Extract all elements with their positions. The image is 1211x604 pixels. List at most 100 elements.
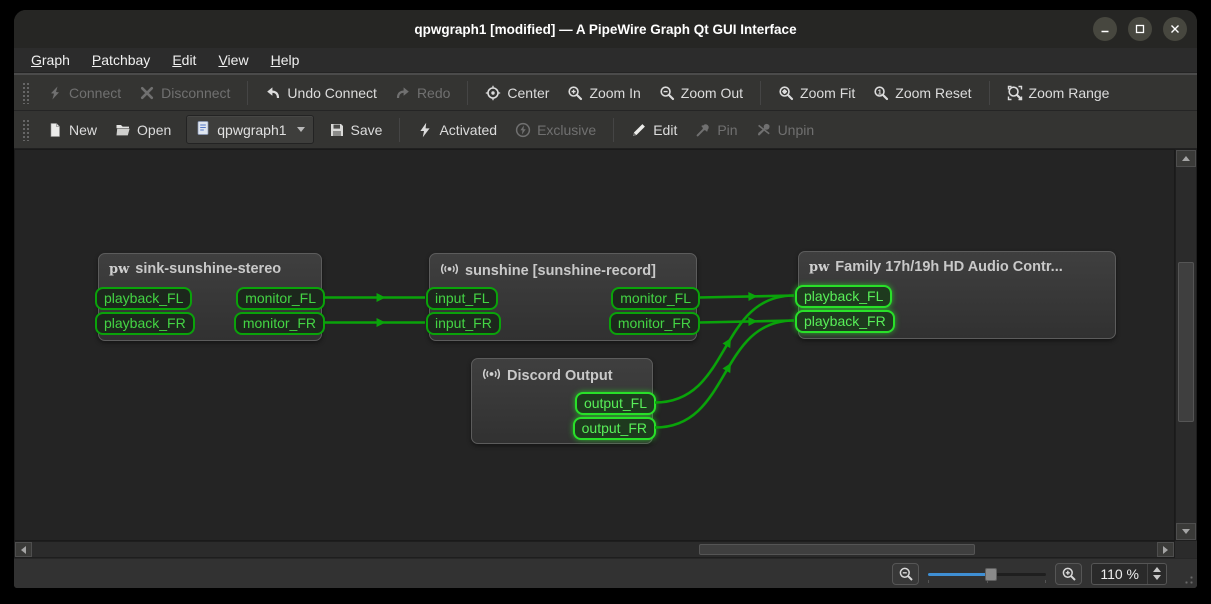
toolbar-button-open[interactable]: Open xyxy=(106,117,180,143)
edge-arrowhead xyxy=(723,336,735,348)
maximize-icon xyxy=(1134,23,1146,35)
node-title: Discord Output xyxy=(482,366,613,386)
node-sink[interactable]: pwsink-sunshine-stereo playback_FLplaybac… xyxy=(98,253,322,341)
toolbar-button-pin[interactable]: Pin xyxy=(686,117,746,143)
toolbar-button-activated[interactable]: Activated xyxy=(408,117,506,143)
toolbar-button-new[interactable]: New xyxy=(38,117,106,143)
port-playback_FR[interactable]: playback_FR xyxy=(795,310,895,333)
node-family[interactable]: pwFamily 17h/19h HD Audio Contr...playba… xyxy=(798,251,1116,339)
toolbar-button-edit[interactable]: Edit xyxy=(622,117,686,143)
toolbar-button-redo[interactable]: Redo xyxy=(386,80,459,106)
toolbar-button-center[interactable]: Center xyxy=(476,80,558,106)
resize-grip[interactable] xyxy=(1181,572,1194,585)
toolbar-label: Zoom Fit xyxy=(800,85,855,101)
node-title: pwsink-sunshine-stereo xyxy=(109,261,281,277)
connect-icon xyxy=(47,85,63,101)
menu-edit[interactable]: Edit xyxy=(163,50,205,70)
zoom-slider-handle[interactable] xyxy=(985,568,997,581)
toolbar-label: Zoom Range xyxy=(1029,85,1110,101)
menu-help[interactable]: Help xyxy=(262,50,309,70)
toolbar-button-zoom-reset[interactable]: 1 Zoom Reset xyxy=(864,80,980,106)
toolbar-button-zoom-fit[interactable]: Zoom Fit xyxy=(769,80,864,106)
node-title-text: sunshine [sunshine-record] xyxy=(465,263,656,279)
port-monitor_FR[interactable]: monitor_FR xyxy=(609,312,700,335)
toolbar-drag-handle[interactable] xyxy=(22,82,30,104)
zoom-in-icon xyxy=(567,85,583,101)
zoom-spinbox[interactable]: 110 % xyxy=(1091,563,1167,585)
pipewire-icon: pw xyxy=(109,262,129,277)
edge-arrowhead xyxy=(723,361,735,373)
scroll-up-button[interactable] xyxy=(1176,150,1196,167)
spin-up-icon[interactable] xyxy=(1153,567,1161,572)
port-input_FR[interactable]: input_FR xyxy=(426,312,501,335)
zoom-spin-steppers[interactable] xyxy=(1147,564,1166,584)
minimize-button[interactable] xyxy=(1093,17,1117,41)
vertical-scroll-thumb[interactable] xyxy=(1178,262,1194,422)
toolbar-drag-handle[interactable] xyxy=(22,119,30,141)
zoom-slider[interactable] xyxy=(928,565,1046,583)
spin-down-icon[interactable] xyxy=(1153,575,1161,580)
port-input_FL[interactable]: input_FL xyxy=(426,287,498,310)
chevron-down-icon xyxy=(297,127,305,132)
maximize-button[interactable] xyxy=(1128,17,1152,41)
port-playback_FL[interactable]: playback_FL xyxy=(95,287,192,310)
zoom-reset-icon: 1 xyxy=(873,85,889,101)
activated-bolt-icon xyxy=(417,122,433,138)
toolbar-separator xyxy=(467,81,468,105)
edge-sunshine-monitor-fr-to-family-playback-fr[interactable] xyxy=(699,321,794,323)
toolbar-separator xyxy=(989,81,990,105)
toolbar-button-zoom-in[interactable]: Zoom In xyxy=(558,80,649,106)
titlebar[interactable]: qpwgraph1 [modified] — A PipeWire Graph … xyxy=(14,10,1197,48)
zoom-value: 110 % xyxy=(1100,566,1147,582)
toolbar-label: Activated xyxy=(439,122,497,138)
graph-viewport[interactable]: pwsink-sunshine-stereoplayback_FLplaybac… xyxy=(14,149,1175,541)
port-monitor_FL[interactable]: monitor_FL xyxy=(236,287,325,310)
port-monitor_FR[interactable]: monitor_FR xyxy=(234,312,325,335)
toolbar-button-undo-connect[interactable]: Undo Connect xyxy=(256,80,386,106)
port-playback_FL[interactable]: playback_FL xyxy=(795,285,892,308)
port-monitor_FL[interactable]: monitor_FL xyxy=(611,287,700,310)
toolbar-main: Connect Disconnect Undo Connect Redo Center Z… xyxy=(14,73,1197,111)
toolbar-button-zoom-out[interactable]: Zoom Out xyxy=(650,80,752,106)
vertical-scrollbar[interactable] xyxy=(1175,149,1197,541)
toolbar-button-disconnect[interactable]: Disconnect xyxy=(130,80,239,106)
undo-icon xyxy=(265,85,281,101)
toolbar-button-connect[interactable]: Connect xyxy=(38,80,130,106)
toolbar-button-zoom-range[interactable]: Zoom Range xyxy=(998,80,1119,106)
toolbar-label: Undo Connect xyxy=(287,85,377,101)
zoom-in-icon xyxy=(1061,566,1077,582)
arrow-up-icon xyxy=(1182,156,1190,161)
edge-sunshine-monitor-fl-to-family-playback-fl[interactable] xyxy=(699,296,794,298)
toolbar-button-exclusive[interactable]: Exclusive xyxy=(506,117,605,143)
zoom-out-button[interactable] xyxy=(892,563,919,585)
close-icon xyxy=(1169,23,1181,35)
toolbar-separator xyxy=(247,81,248,105)
save-icon xyxy=(329,122,345,138)
toolbar-file: NewOpenqpwgraph1 Save Activated Exclusive Ed… xyxy=(14,111,1197,149)
menu-graph[interactable]: Graph xyxy=(22,50,79,70)
node-discord[interactable]: Discord Output output_FLoutput_FR xyxy=(471,358,653,444)
scroll-right-button[interactable] xyxy=(1157,542,1174,557)
toolbar-label: Zoom In xyxy=(589,85,640,101)
menubar: GraphPatchbayEditViewHelp xyxy=(14,48,1197,73)
toolbar-button-unpin[interactable]: Unpin xyxy=(747,117,824,143)
zoom-in-button[interactable] xyxy=(1055,563,1082,585)
port-playback_FR[interactable]: playback_FR xyxy=(95,312,195,335)
port-output_FR[interactable]: output_FR xyxy=(573,417,656,440)
app-window: qpwgraph1 [modified] — A PipeWire Graph … xyxy=(14,10,1197,588)
scroll-down-button[interactable] xyxy=(1176,523,1196,540)
arrow-right-icon xyxy=(1163,546,1168,554)
menu-patchbay[interactable]: Patchbay xyxy=(83,50,159,70)
patchbay-profile-select[interactable]: qpwgraph1 xyxy=(186,115,313,144)
port-output_FL[interactable]: output_FL xyxy=(575,392,656,415)
horizontal-scrollbar[interactable] xyxy=(14,541,1175,558)
scroll-left-button[interactable] xyxy=(15,542,32,557)
close-button[interactable] xyxy=(1163,17,1187,41)
toolbar-button-save[interactable]: Save xyxy=(320,117,392,143)
menu-view[interactable]: View xyxy=(209,50,257,70)
toolbar-label: Zoom Reset xyxy=(895,85,971,101)
node-sunshine[interactable]: sunshine [sunshine-record] input_FLinput_… xyxy=(429,253,697,341)
toolbar-label: Connect xyxy=(69,85,121,101)
horizontal-scroll-thumb[interactable] xyxy=(699,544,975,555)
broadcast-icon xyxy=(440,261,459,281)
